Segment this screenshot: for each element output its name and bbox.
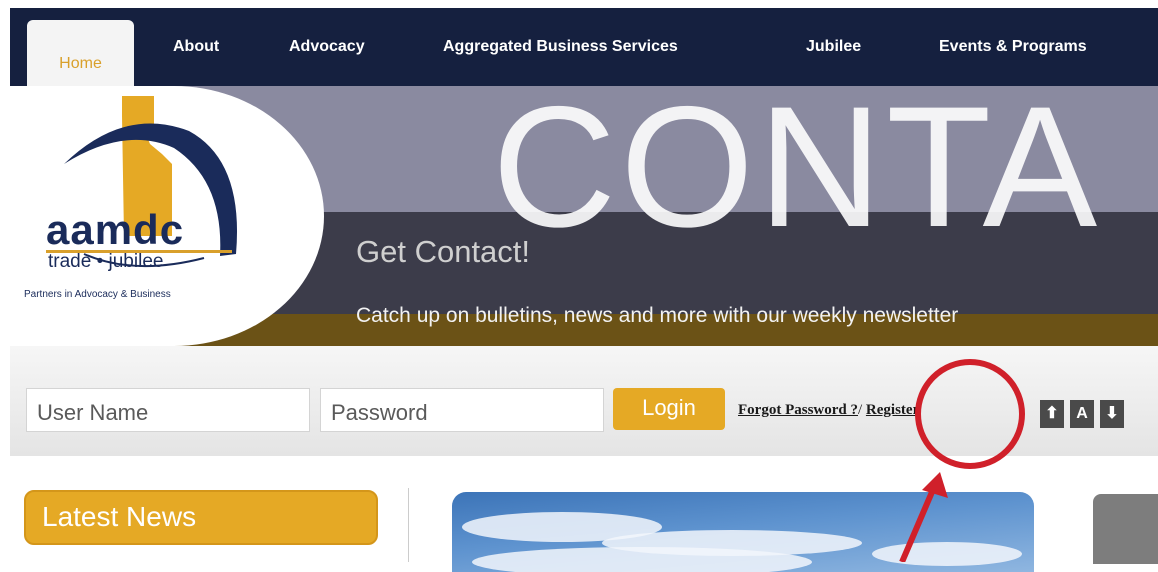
- nav-home-label: Home: [59, 55, 102, 72]
- logo-subname: trade • jubilee: [48, 251, 164, 272]
- column-divider: [408, 488, 409, 562]
- password-field-wrap: [320, 388, 604, 432]
- nav-item-home[interactable]: Home: [27, 20, 134, 86]
- register-link[interactable]: Register: [866, 402, 919, 418]
- login-button[interactable]: Login: [613, 388, 725, 430]
- hero-big-text: CONTA: [492, 86, 1102, 263]
- hero-banner: CONTA Get Contact! Catch up on bulletins…: [24, 86, 1158, 346]
- account-links: Forgot Password ?/ Register: [738, 402, 919, 419]
- forgot-password-link[interactable]: Forgot Password ?: [738, 402, 858, 418]
- reset-text-icon[interactable]: A: [1070, 400, 1094, 428]
- logo-name: aamdc: [46, 206, 185, 253]
- side-image[interactable]: [1093, 494, 1158, 564]
- cloud-shape: [872, 542, 1022, 566]
- links-separator: /: [858, 402, 863, 418]
- featured-image[interactable]: [452, 492, 1034, 572]
- hero-title: Get Contact!: [356, 234, 531, 269]
- nav-item-about[interactable]: About: [173, 38, 219, 56]
- latest-news-title: Latest News: [42, 501, 197, 532]
- logo-tagline: Partners in Advocacy & Business: [24, 289, 171, 300]
- nav-item-jubilee[interactable]: Jubilee: [806, 38, 861, 56]
- password-input[interactable]: [321, 389, 603, 431]
- hero-subtitle: Catch up on bulletins, news and more wit…: [356, 304, 959, 327]
- nav-item-events-programs[interactable]: Events & Programs: [939, 38, 1087, 56]
- username-field-wrap: [26, 388, 310, 432]
- username-input[interactable]: [27, 389, 309, 431]
- main-nav: Home About Advocacy Aggregated Business …: [10, 8, 1158, 86]
- cloud-shape: [472, 547, 812, 572]
- login-bar: Login Forgot Password ?/ Register ⬆ A ⬇: [10, 346, 1158, 456]
- site-logo[interactable]: aamdc trade • jubilee Partners in Advoca…: [24, 86, 324, 346]
- latest-news-header[interactable]: Latest News: [24, 490, 378, 545]
- nav-item-aggregated-business-services[interactable]: Aggregated Business Services: [443, 38, 678, 56]
- nav-item-advocacy[interactable]: Advocacy: [289, 38, 365, 56]
- decrease-text-icon[interactable]: ⬇: [1100, 400, 1124, 428]
- increase-text-icon[interactable]: ⬆: [1040, 400, 1064, 428]
